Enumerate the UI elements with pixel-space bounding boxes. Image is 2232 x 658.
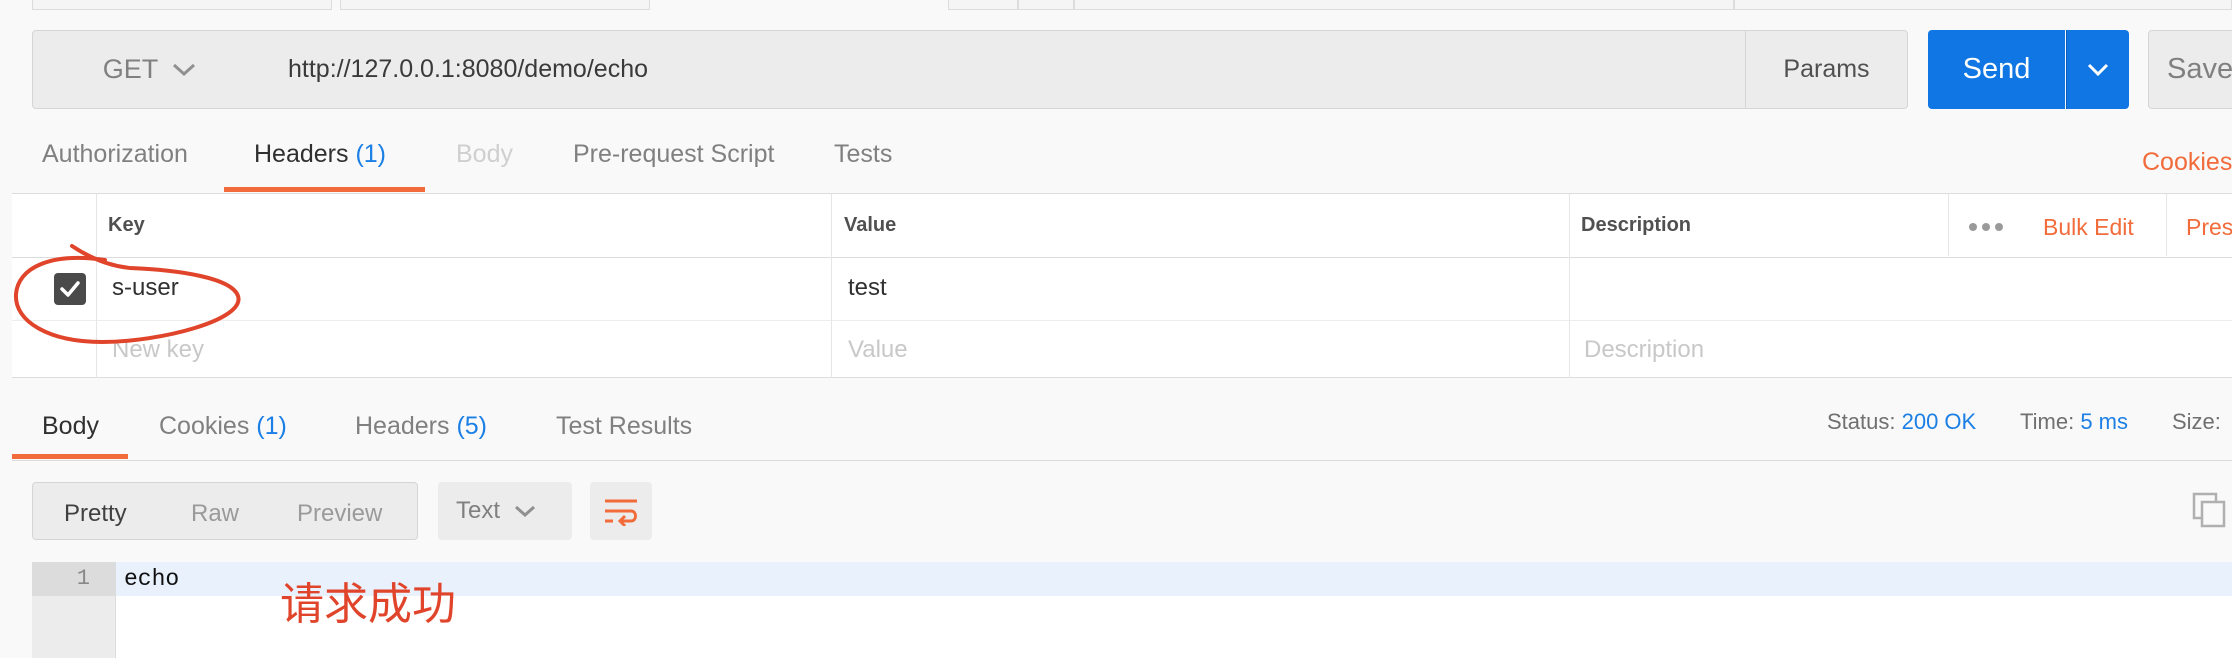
params-label: Params	[1783, 55, 1870, 83]
active-response-tab-underline	[12, 454, 128, 459]
response-status: Status: 200 OK	[1827, 409, 1976, 435]
header-row: s-user test	[12, 258, 2232, 320]
wrap-lines-button[interactable]	[590, 482, 652, 540]
save-label: Save	[2167, 53, 2232, 85]
top-tab-stub-5	[1074, 0, 1734, 10]
response-time: Time: 5 ms	[2020, 409, 2128, 435]
line-number: 1	[32, 562, 116, 596]
time-value: 5 ms	[2080, 409, 2128, 434]
code-line: echo	[124, 566, 180, 592]
table-row-divider	[12, 320, 2232, 321]
column-value: Value	[844, 214, 897, 236]
send-button[interactable]: Send	[1928, 30, 2065, 109]
send-dropdown-button[interactable]	[2066, 30, 2129, 109]
format-select-label: Text	[456, 497, 501, 524]
tab-label: Headers	[355, 412, 450, 440]
view-mode-raw[interactable]: Raw	[191, 500, 239, 528]
tab-headers[interactable]: Headers (1)	[254, 140, 386, 169]
chevron-down-icon	[173, 63, 196, 76]
top-tab-stub-2	[340, 0, 650, 10]
chevron-down-icon	[2087, 63, 2109, 76]
params-button[interactable]: Params	[1745, 30, 1908, 109]
response-tab-test-results[interactable]: Test Results	[556, 412, 692, 441]
cookies-link[interactable]: Cookies	[2142, 148, 2232, 177]
copy-icon[interactable]	[2192, 492, 2226, 528]
column-divider	[2166, 194, 2167, 256]
column-description: Description	[1581, 214, 1692, 236]
column-key: Key	[108, 214, 145, 236]
url-input[interactable]: http://127.0.0.1:8080/demo/echo	[266, 30, 1746, 109]
tab-count: (5)	[456, 412, 488, 440]
save-button[interactable]: Save	[2148, 30, 2232, 109]
wrap-lines-icon	[605, 499, 637, 526]
response-tab-headers[interactable]: Headers (5)	[355, 412, 487, 441]
status-label: Status:	[1827, 409, 1896, 434]
column-divider	[1948, 194, 1949, 256]
tab-label: Body	[456, 140, 513, 168]
bulk-edit-link[interactable]: Bulk Edit	[2043, 214, 2134, 241]
top-tab-stub-1	[32, 0, 332, 10]
tab-label: Authorization	[42, 140, 188, 168]
more-dots-icon[interactable]	[1968, 222, 2004, 232]
status-value: 200 OK	[1901, 409, 1977, 434]
time-label: Time:	[2020, 409, 2075, 434]
tab-count: (1)	[355, 140, 387, 168]
tab-authorization[interactable]: Authorization	[42, 140, 188, 169]
tab-label: Headers	[254, 140, 349, 168]
method-label: GET	[102, 54, 159, 84]
tab-label: Body	[42, 412, 99, 440]
active-tab-underline	[224, 187, 425, 192]
size-label: Size:	[2172, 409, 2221, 434]
response-tab-body[interactable]: Body	[42, 412, 99, 441]
view-mode-preview[interactable]: Preview	[297, 500, 382, 528]
tab-count: (1)	[256, 412, 287, 440]
top-tab-stub-3	[948, 0, 1018, 10]
tab-label: Test Results	[556, 412, 693, 440]
response-tabs-divider	[12, 460, 2232, 461]
tab-label: Cookies	[159, 412, 250, 440]
header-value-cell[interactable]: test	[848, 274, 887, 302]
presets-link[interactable]: Pres	[2186, 214, 2232, 241]
response-tab-cookies[interactable]: Cookies (1)	[159, 412, 287, 441]
format-select[interactable]: Text	[438, 482, 572, 540]
annotation-text: 请求成功	[280, 579, 456, 630]
url-text: http://127.0.0.1:8080/demo/echo	[288, 55, 648, 83]
view-mode-pretty[interactable]: Pretty	[64, 500, 127, 528]
tab-body[interactable]: Body	[456, 140, 513, 169]
tab-pre-request-script[interactable]: Pre-request Script	[573, 140, 774, 169]
method-select[interactable]: GET	[32, 30, 267, 109]
chevron-down-icon	[515, 505, 536, 517]
top-tab-stub-6	[1734, 0, 2232, 10]
response-size: Size:	[2172, 409, 2221, 435]
send-label: Send	[1962, 53, 2031, 85]
annotation-circle	[13, 244, 241, 345]
tab-label: Tests	[834, 140, 893, 168]
new-value-input[interactable]: Value	[848, 336, 908, 364]
tab-tests[interactable]: Tests	[834, 140, 892, 169]
new-description-input[interactable]: Description	[1584, 336, 1704, 364]
top-tab-stub-4	[1018, 0, 1074, 10]
tab-label: Pre-request Script	[573, 140, 775, 168]
